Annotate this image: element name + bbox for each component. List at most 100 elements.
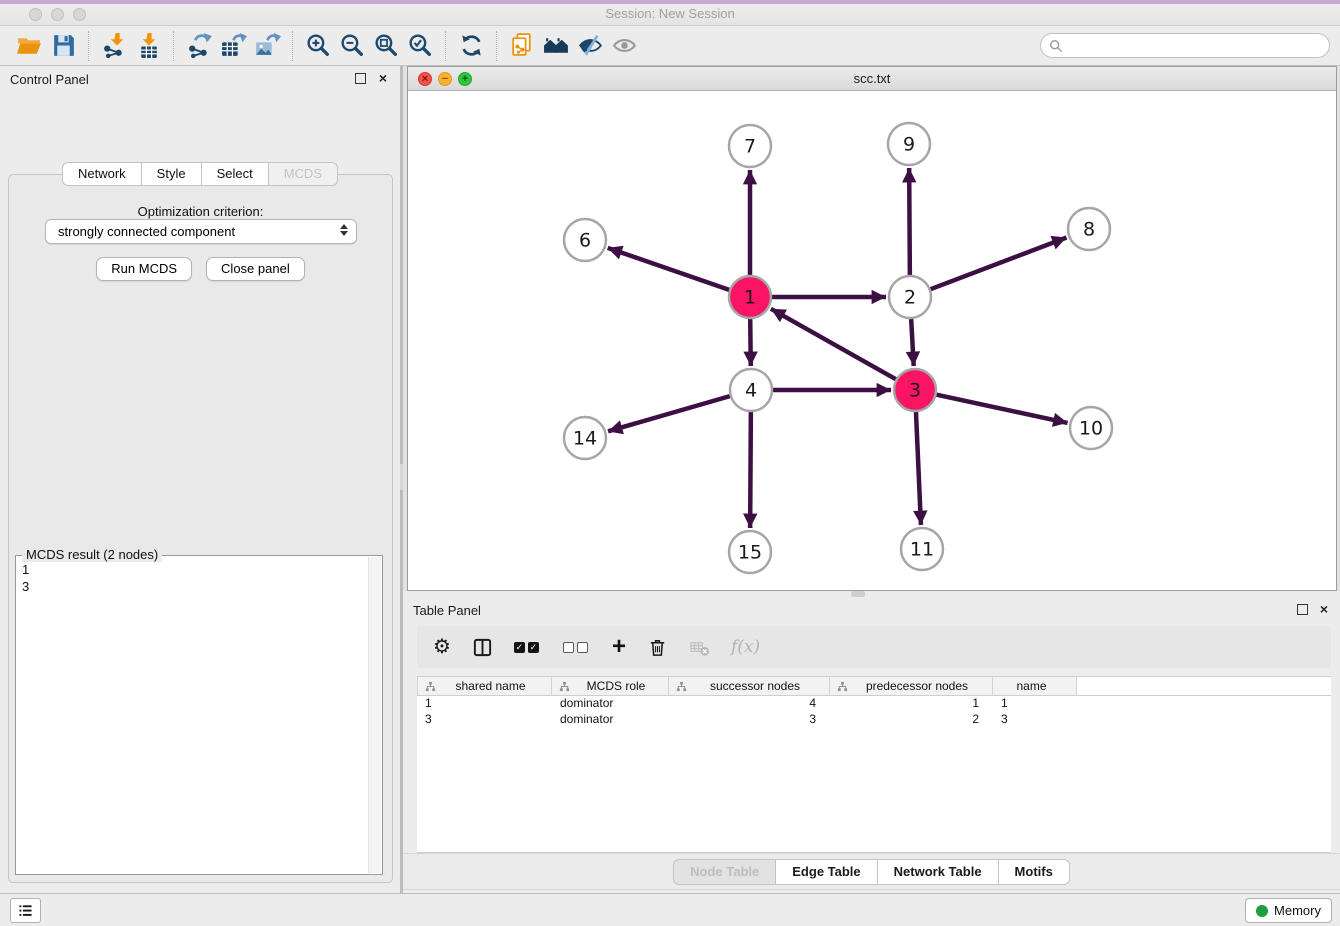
open-session-icon[interactable]: [12, 30, 46, 62]
session-title: Session: New Session: [0, 6, 1340, 21]
column-header-name[interactable]: name: [993, 677, 1077, 695]
function-builder-icon-disabled: f(x): [731, 637, 760, 657]
tab-motifs[interactable]: Motifs: [999, 859, 1070, 885]
edge-3-11[interactable]: [916, 412, 921, 525]
network-window-title: scc.txt: [408, 71, 1336, 86]
tab-style[interactable]: Style: [142, 162, 202, 186]
edge-1-4[interactable]: [750, 319, 751, 366]
cell-name[interactable]: 1: [993, 696, 1077, 712]
edge-2-3[interactable]: [911, 319, 914, 366]
import-table-icon[interactable]: [131, 30, 165, 62]
save-session-icon[interactable]: [46, 30, 80, 62]
close-panel-icon[interactable]: ×: [379, 70, 387, 86]
mcds-result-node: 3: [22, 578, 368, 595]
cell-shared-name[interactable]: 3: [417, 712, 552, 728]
result-scrollbar[interactable]: [368, 557, 381, 873]
close-table-panel-icon[interactable]: ×: [1320, 601, 1328, 617]
refresh-icon[interactable]: [454, 30, 488, 62]
node-label-14: 14: [573, 428, 597, 450]
edge-3-10[interactable]: [937, 395, 1068, 423]
cell-mcds-role[interactable]: dominator: [552, 712, 669, 728]
cell-mcds-role[interactable]: dominator: [552, 696, 669, 712]
column-header-predecessor-nodes[interactable]: predecessor nodes: [830, 677, 993, 695]
cell-predecessor-nodes[interactable]: 2: [830, 712, 993, 728]
memory-button[interactable]: Memory: [1245, 898, 1332, 923]
run-mcds-button[interactable]: Run MCDS: [96, 257, 192, 281]
control-panel: Control Panel × NetworkStyleSelectMCDS O…: [0, 66, 403, 893]
zoom-fit-icon[interactable]: [369, 30, 403, 62]
column-header-successor-nodes[interactable]: successor nodes: [669, 677, 830, 695]
add-column-icon[interactable]: +: [612, 637, 626, 657]
edge-4-15[interactable]: [750, 412, 751, 528]
node-label-3: 3: [909, 380, 921, 402]
cell-predecessor-nodes[interactable]: 1: [830, 696, 993, 712]
table-settings-gear-icon[interactable]: ⚙: [433, 637, 451, 657]
delete-table-icon-disabled: [689, 637, 710, 658]
edge-4-14[interactable]: [608, 396, 730, 431]
criterion-dropdown[interactable]: strongly connected component: [45, 219, 357, 244]
mcds-result-node: 1: [22, 561, 368, 578]
tab-network-table[interactable]: Network Table: [878, 859, 999, 885]
search-field[interactable]: [1040, 33, 1330, 58]
table-row[interactable]: 1dominator411: [417, 696, 1331, 712]
search-input[interactable]: [1063, 38, 1329, 53]
float-panel-icon[interactable]: [355, 73, 366, 84]
first-neighbors-icon[interactable]: [505, 30, 539, 62]
list-icon: [16, 901, 35, 920]
import-network-icon[interactable]: [97, 30, 131, 62]
task-history-button[interactable]: [10, 898, 41, 923]
node-label-11: 11: [910, 539, 934, 561]
node-label-15: 15: [738, 542, 762, 564]
zoom-out-icon[interactable]: [335, 30, 369, 62]
network-canvas[interactable]: 7968124314101511: [408, 91, 1336, 590]
show-all-icon[interactable]: [607, 30, 641, 62]
table-row[interactable]: 3dominator323: [417, 712, 1331, 728]
zoom-selected-icon[interactable]: [403, 30, 437, 62]
zoom-in-icon[interactable]: [301, 30, 335, 62]
node-label-2: 2: [904, 287, 916, 309]
tab-select[interactable]: Select: [202, 162, 269, 186]
network-window-titlebar[interactable]: × − + scc.txt: [408, 67, 1336, 91]
float-table-panel-icon[interactable]: [1297, 604, 1308, 615]
edge-2-8[interactable]: [931, 238, 1067, 290]
column-header-shared-name[interactable]: shared name: [417, 677, 552, 695]
deselect-all-columns-icon[interactable]: [563, 642, 591, 653]
column-type-icon: [676, 681, 687, 692]
edge-3-1[interactable]: [771, 309, 896, 379]
node-label-6: 6: [579, 230, 591, 252]
application-window: Session: New Session: [0, 0, 1340, 926]
tab-edge-table[interactable]: Edge Table: [776, 859, 877, 885]
delete-column-trash-icon[interactable]: [647, 637, 668, 658]
cell-successor-nodes[interactable]: 3: [669, 712, 830, 728]
tab-mcds[interactable]: MCDS: [269, 162, 338, 186]
cell-successor-nodes[interactable]: 4: [669, 696, 830, 712]
column-header-mcds-role[interactable]: MCDS role: [552, 677, 669, 695]
select-all-columns-icon[interactable]: ✓✓: [514, 642, 542, 653]
edge-1-6[interactable]: [608, 248, 730, 290]
home-icon[interactable]: [539, 30, 573, 62]
network-view-window: × − + scc.txt 7968124314101511: [407, 66, 1337, 591]
edge-2-9[interactable]: [909, 168, 910, 275]
export-table-icon[interactable]: [216, 30, 250, 62]
export-image-icon[interactable]: [250, 30, 284, 62]
tab-node-table[interactable]: Node Table: [673, 859, 776, 885]
column-type-icon: [559, 681, 570, 692]
cell-name[interactable]: 3: [993, 712, 1077, 728]
node-label-8: 8: [1083, 219, 1095, 241]
node-table[interactable]: shared nameMCDS rolesuccessor nodesprede…: [417, 676, 1331, 853]
show-column-panel-icon[interactable]: [472, 637, 493, 658]
dropdown-arrows-icon: [340, 224, 348, 236]
hide-selected-icon[interactable]: [573, 30, 607, 62]
main-toolbar: [0, 26, 1340, 66]
mcds-panel: Optimization criterion: strongly connect…: [8, 174, 393, 883]
toolbar-separator: [496, 31, 497, 61]
criterion-dropdown-value: strongly connected component: [58, 224, 235, 239]
table-panel: Table Panel × ⚙ ✓✓ +: [403, 597, 1340, 893]
toolbar-separator: [173, 31, 174, 61]
close-panel-button[interactable]: Close panel: [206, 257, 305, 281]
mcds-result-box: MCDS result (2 nodes) 13: [15, 555, 383, 875]
tab-network[interactable]: Network: [62, 162, 142, 186]
export-network-icon[interactable]: [182, 30, 216, 62]
column-type-icon: [837, 681, 848, 692]
cell-shared-name[interactable]: 1: [417, 696, 552, 712]
